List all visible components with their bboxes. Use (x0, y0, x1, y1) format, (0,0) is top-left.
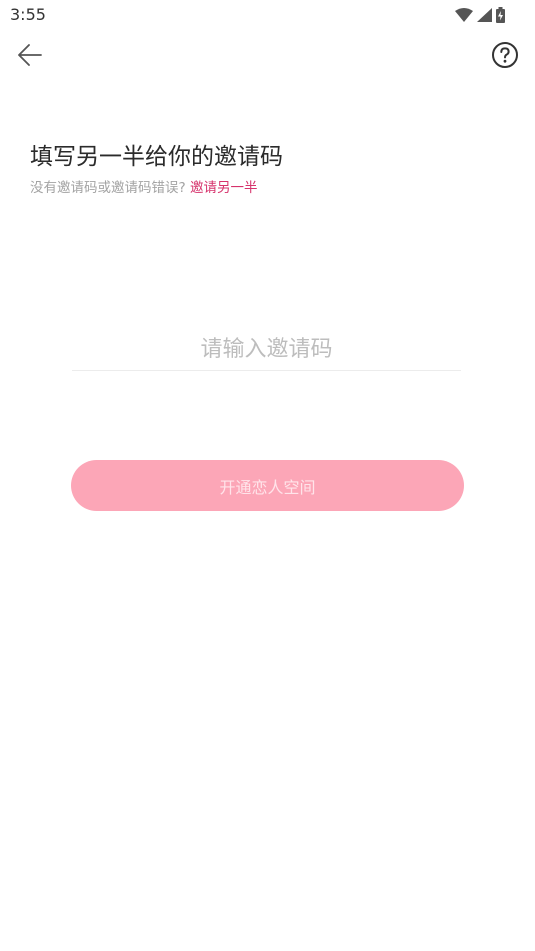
help-circle-icon (491, 41, 519, 73)
subtitle: 没有邀请码或邀请码错误? 邀请另一半 (30, 178, 257, 198)
arrow-left-icon (18, 44, 42, 70)
status-icons (455, 6, 505, 24)
invite-partner-link[interactable]: 邀请另一半 (190, 180, 258, 196)
status-bar: 3:55 (0, 0, 535, 30)
wifi-icon (455, 8, 473, 22)
invite-code-input[interactable] (72, 330, 461, 368)
invite-code-screen: 3:55 填写另一半给你的邀请码 没有邀请码或邀请码错误? 邀请另一半 请输入邀… (0, 0, 535, 951)
help-button[interactable] (490, 42, 520, 72)
invite-code-field (72, 330, 461, 371)
battery-charging-icon (496, 7, 505, 23)
open-couple-space-button[interactable]: 开通恋人空间 (71, 460, 464, 511)
back-button[interactable] (14, 41, 46, 73)
status-time: 3:55 (10, 5, 46, 24)
subtitle-text: 没有邀请码或邀请码错误? (30, 180, 190, 196)
signal-icon (477, 8, 492, 22)
page-title: 填写另一半给你的邀请码 (30, 144, 283, 170)
